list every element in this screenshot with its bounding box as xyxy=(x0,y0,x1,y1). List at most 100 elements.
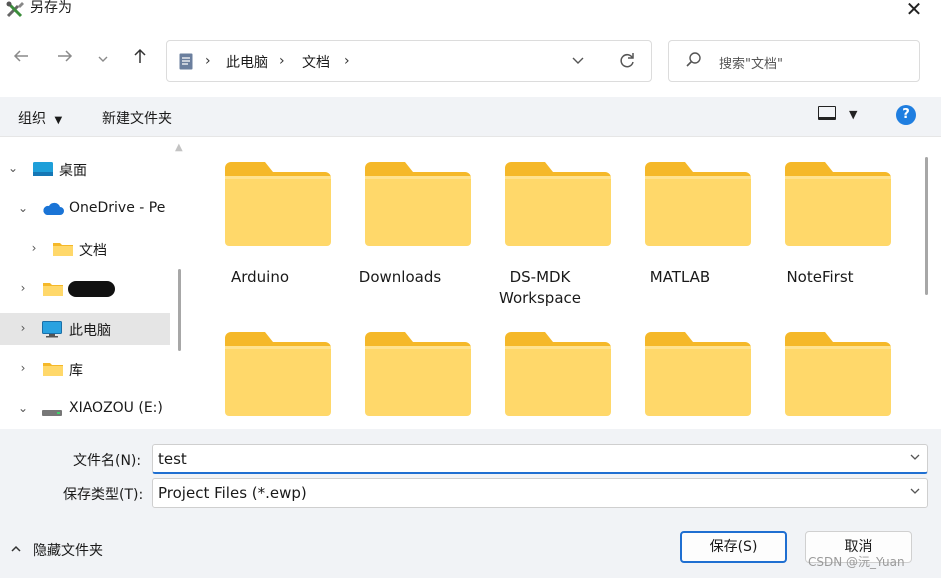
search-placeholder: 搜索"文档" xyxy=(719,57,783,72)
file-list-scrollbar[interactable] xyxy=(920,137,941,429)
folder-icon xyxy=(42,361,63,377)
folder-arduino[interactable]: Arduino xyxy=(190,137,331,287)
hide-folders-label: 隐藏文件夹 xyxy=(33,543,103,559)
scroll-up-icon[interactable]: ▲ xyxy=(175,142,183,153)
command-bar: 组织 ▼ 新建文件夹 ▼ ? xyxy=(0,97,941,137)
redacted-label xyxy=(68,281,115,297)
folder-icon xyxy=(365,332,471,416)
breadcrumb-separator: › xyxy=(344,53,350,69)
hide-folders-toggle[interactable]: 隐藏文件夹 xyxy=(10,540,120,560)
back-button[interactable] xyxy=(8,47,34,73)
folder-matlab[interactable]: MATLAB xyxy=(610,137,751,287)
save-button[interactable]: 保存(S) xyxy=(680,531,787,563)
chevron-right-icon[interactable]: › xyxy=(16,321,30,335)
filetype-value: Project Files (*.ewp) xyxy=(158,484,307,502)
search-box[interactable]: 搜索"文档" xyxy=(668,40,920,82)
view-mode-icon[interactable] xyxy=(818,106,836,120)
breadcrumb-separator: › xyxy=(205,53,211,69)
filename-input[interactable]: test xyxy=(152,444,928,474)
chevron-down-icon xyxy=(572,57,584,64)
chevron-down-icon[interactable]: ⌄ xyxy=(16,201,30,215)
tree-item-label: 文档 xyxy=(79,243,107,259)
tree-item-libraries[interactable]: › 库 xyxy=(0,353,170,385)
arrow-right-icon xyxy=(58,50,73,62)
watermark: CSDN @沅_Yuan xyxy=(808,555,905,569)
folder-name: Arduino xyxy=(230,268,290,286)
navigation-pane: ⌄ 桌面 ⌄ OneDrive - Pe › 文档 › › 此电脑 › 库 ⌄ … xyxy=(0,137,190,429)
folder-icon xyxy=(505,332,611,416)
window-title: 另存为 xyxy=(30,0,72,16)
title-bar: 另存为 ✕ xyxy=(0,0,941,21)
folder-icon xyxy=(505,162,611,246)
refresh-icon xyxy=(620,53,634,68)
drive-icon xyxy=(42,405,62,421)
filename-value: test xyxy=(158,450,187,468)
folder-icon xyxy=(225,332,331,416)
filetype-label: 保存类型(T): xyxy=(63,487,144,503)
filename-label: 文件名(N): xyxy=(73,453,142,469)
folder-name: NoteFirst xyxy=(786,268,854,286)
tree-item-desktop[interactable]: ⌄ 桌面 xyxy=(0,153,170,185)
folder-icon xyxy=(785,332,891,416)
new-folder-button[interactable]: 新建文件夹 xyxy=(102,108,172,128)
scroll-thumb[interactable] xyxy=(178,269,181,351)
document-location-icon xyxy=(179,53,193,70)
scroll-thumb[interactable] xyxy=(925,157,928,295)
tree-item-label: 桌面 xyxy=(59,163,87,179)
folder-name: MATLAB xyxy=(649,268,711,286)
folder-icon xyxy=(365,162,471,246)
chevron-right-icon[interactable]: › xyxy=(16,361,30,375)
folder-icon xyxy=(645,162,751,246)
caret-down-icon: ▼ xyxy=(54,115,63,126)
tree-item-user-folder[interactable]: › xyxy=(0,273,170,305)
tree-scrollbar[interactable]: ▲ xyxy=(170,137,190,429)
search-icon xyxy=(685,51,703,73)
tree-item-label: OneDrive - Pe xyxy=(69,200,166,216)
breadcrumb-this-pc[interactable]: 此电脑 xyxy=(226,52,268,72)
chevron-right-icon[interactable]: › xyxy=(16,281,30,295)
tree-item-label: 此电脑 xyxy=(69,323,111,339)
chevron-down-icon xyxy=(98,56,108,62)
tree-item-documents[interactable]: › 文档 xyxy=(0,233,170,265)
chevron-right-icon[interactable]: › xyxy=(27,241,41,255)
organize-menu[interactable]: 组织 ▼ xyxy=(18,108,62,128)
folder-icon xyxy=(225,162,331,246)
tree-item-onedrive[interactable]: ⌄ OneDrive - Pe xyxy=(0,193,170,225)
address-bar[interactable]: › 此电脑 › 文档 › xyxy=(166,40,652,82)
chevron-down-icon[interactable]: ⌄ xyxy=(6,161,20,175)
folder-name: DS-MDK Workspace xyxy=(499,268,581,307)
forward-button[interactable] xyxy=(52,47,78,73)
up-button[interactable] xyxy=(127,47,153,73)
save-as-app-icon xyxy=(6,1,26,18)
arrow-left-icon xyxy=(13,50,28,62)
tree-item-label: 库 xyxy=(69,363,83,379)
folder-downloads[interactable]: Downloads xyxy=(330,137,471,287)
address-history-button[interactable] xyxy=(571,53,585,71)
folder-notefirst[interactable]: NoteFirst xyxy=(750,137,891,287)
arrow-up-icon xyxy=(134,48,146,63)
folder-name: Downloads xyxy=(358,268,442,286)
chevron-down-icon[interactable]: ⌄ xyxy=(16,401,30,415)
help-icon[interactable]: ? xyxy=(896,105,916,125)
cloud-icon xyxy=(42,201,64,217)
tree-item-this-pc[interactable]: › 此电脑 xyxy=(0,313,170,345)
folder-icon xyxy=(645,332,751,416)
tree-item-label: XIAOZOU (E:) xyxy=(69,400,163,416)
recent-locations-button[interactable] xyxy=(90,47,116,73)
breadcrumb-documents[interactable]: 文档 xyxy=(302,52,330,72)
monitor-icon xyxy=(42,321,62,338)
folder-ds-mdk-workspace[interactable]: DS-MDK Workspace xyxy=(470,137,611,307)
breadcrumb-separator: › xyxy=(279,53,285,69)
refresh-button[interactable] xyxy=(617,50,637,75)
folder-icon xyxy=(42,281,63,297)
filetype-select[interactable]: Project Files (*.ewp) xyxy=(152,478,928,508)
close-icon[interactable]: ✕ xyxy=(900,0,928,21)
organize-label: 组织 xyxy=(18,111,46,127)
chevron-down-icon[interactable] xyxy=(909,485,921,500)
view-options-caret-icon[interactable]: ▼ xyxy=(849,108,857,121)
tree-item-drive-e[interactable]: ⌄ XIAOZOU (E:) xyxy=(0,393,170,425)
chevron-up-icon xyxy=(10,543,22,558)
chevron-down-icon[interactable] xyxy=(909,451,921,466)
file-list: Arduino Downloads DS-MDK Workspace MATLA… xyxy=(190,137,920,429)
desktop-icon xyxy=(33,161,53,177)
